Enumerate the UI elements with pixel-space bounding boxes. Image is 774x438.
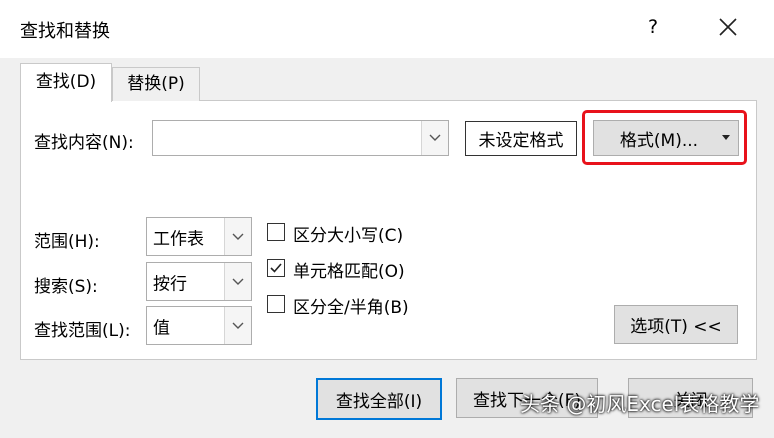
options-button[interactable]: 选项(T) <<	[614, 305, 738, 344]
lookin-select[interactable]: 值	[146, 306, 252, 345]
search-value: 按行	[153, 274, 187, 294]
tab-find[interactable]: 查找(D)	[20, 63, 112, 102]
chevron-down-icon[interactable]	[421, 121, 448, 155]
tab-replace-label: 替换(P)	[127, 74, 185, 94]
find-all-button[interactable]: 查找全部(I)	[316, 378, 442, 420]
lookin-value: 值	[153, 318, 170, 338]
checkmark-icon	[270, 263, 282, 273]
help-button[interactable]: ?	[648, 16, 658, 38]
options-button-label: 选项(T) <<	[630, 317, 722, 337]
window-title: 查找和替换	[20, 21, 110, 42]
match-case-checkbox[interactable]	[267, 223, 285, 241]
find-what-label: 查找内容(N):	[34, 133, 134, 153]
format-preview-label: 未设定格式	[478, 131, 564, 151]
tab-find-label: 查找(D)	[35, 72, 97, 92]
close-icon[interactable]	[713, 12, 743, 42]
scope-value: 工作表	[153, 229, 204, 249]
lookin-label: 查找范围(L):	[34, 321, 131, 341]
find-replace-dialog: 查找和替换 ? 查找(D) 替换(P) 查找内容(N): 未设定格式 格式(M)…	[0, 0, 774, 438]
find-what-input[interactable]	[152, 120, 449, 156]
chevron-down-icon[interactable]	[224, 263, 251, 300]
match-byte-checkbox[interactable]	[267, 295, 285, 313]
scope-label: 范围(H):	[34, 232, 100, 252]
search-label: 搜索(S):	[34, 277, 98, 297]
scope-select[interactable]: 工作表	[146, 217, 252, 256]
find-all-label: 查找全部(I)	[335, 391, 423, 412]
match-entire-checkbox[interactable]	[267, 259, 285, 277]
watermark: 头条 @初风Excel表格教学	[520, 392, 760, 416]
chevron-down-icon[interactable]	[224, 307, 251, 344]
format-preview: 未设定格式	[465, 121, 577, 156]
chevron-down-icon[interactable]	[224, 218, 251, 255]
tab-replace[interactable]: 替换(P)	[112, 67, 200, 101]
highlight-box	[582, 110, 747, 165]
search-select[interactable]: 按行	[146, 262, 252, 301]
match-case-label: 区分大小写(C)	[293, 226, 404, 246]
match-entire-label: 单元格匹配(O)	[293, 262, 405, 282]
match-byte-label: 区分全/半角(B)	[293, 298, 409, 318]
